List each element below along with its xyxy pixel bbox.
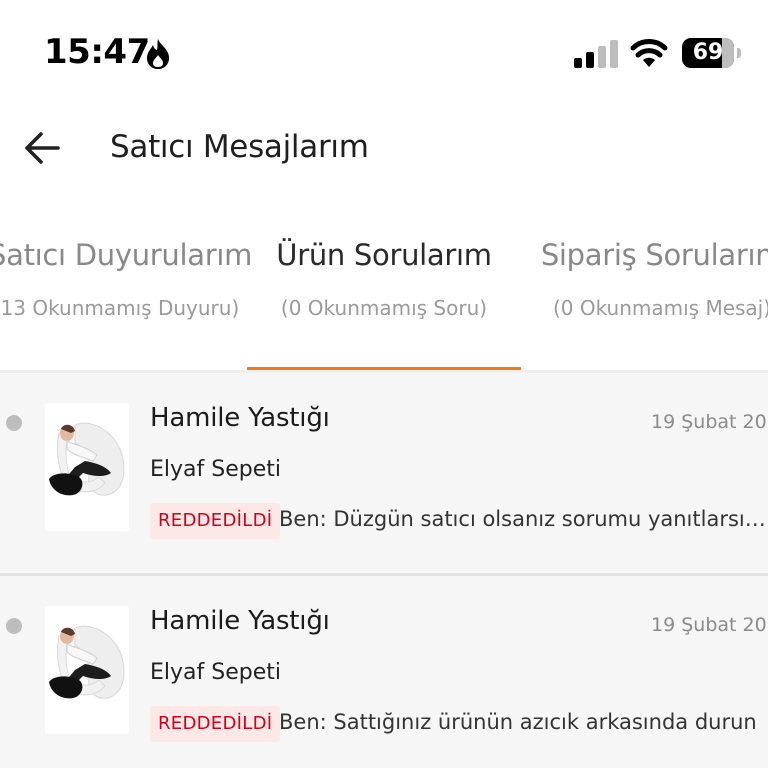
- seller-name: Elyaf Sepeti: [150, 457, 281, 482]
- list-item[interactable]: Hamile Yastığı 19 Şubat 2025 Elyaf Sepet…: [0, 373, 768, 576]
- flame-icon: [147, 39, 169, 69]
- status-bar: 15:47 69: [0, 0, 768, 100]
- battery-icon: 69: [682, 38, 742, 70]
- tab-label: Satıcı Duyurularım: [0, 238, 253, 272]
- seller-name: Elyaf Sepeti: [150, 660, 281, 685]
- read-indicator-dot: [6, 618, 22, 634]
- status-badge: REDDEDİLDİ: [150, 503, 281, 539]
- status-time: 15:47: [44, 32, 150, 72]
- tab-unread-count: (0 Okunmamış Soru): [280, 296, 488, 320]
- signal-icon: [574, 40, 618, 68]
- tab-unread-count: (0 Okunmamış Mesaj): [552, 296, 768, 320]
- message-preview: Ben: Sattığınız ürünün azıcık arkasında …: [279, 710, 757, 734]
- battery-level: 69: [692, 40, 724, 65]
- tab-seller-announcements[interactable]: Satıcı Duyurularım (13 Okunmamış Duyuru): [0, 225, 253, 328]
- read-indicator-dot: [6, 415, 22, 431]
- arrow-left-icon: [25, 132, 60, 164]
- message-date: 19 Şubat 2025: [651, 411, 768, 433]
- tab-order-questions[interactable]: Sipariş Sorularım (0 Okunmamış Mesaj): [532, 225, 768, 328]
- product-thumbnail: [45, 606, 129, 734]
- product-name: Hamile Yastığı: [150, 403, 330, 433]
- wifi-icon: [630, 39, 668, 67]
- tab-label: Ürün Sorularım: [276, 238, 492, 272]
- tab-label: Sipariş Sorularım: [540, 238, 768, 272]
- tab-unread-count: (13 Okunmamış Duyuru): [0, 296, 240, 320]
- tab-bar: Satıcı Duyurularım (13 Okunmamış Duyuru)…: [0, 225, 768, 375]
- message-preview: Ben: Düzgün satıcı olsanız sorumu yanıtl…: [279, 507, 768, 531]
- message-list: Hamile Yastığı 19 Şubat 2025 Elyaf Sepet…: [0, 373, 768, 768]
- page-title: Satıcı Mesajlarım: [110, 129, 369, 165]
- status-badge: REDDEDİLDİ: [150, 706, 281, 742]
- product-name: Hamile Yastığı: [150, 606, 330, 636]
- message-date: 19 Şubat 2025: [651, 614, 768, 636]
- tab-product-questions[interactable]: Ürün Sorularım (0 Okunmamış Soru): [254, 225, 514, 328]
- back-button[interactable]: [18, 124, 66, 172]
- product-thumbnail: [45, 403, 129, 531]
- list-item[interactable]: Hamile Yastığı 19 Şubat 2025 Elyaf Sepet…: [0, 576, 768, 776]
